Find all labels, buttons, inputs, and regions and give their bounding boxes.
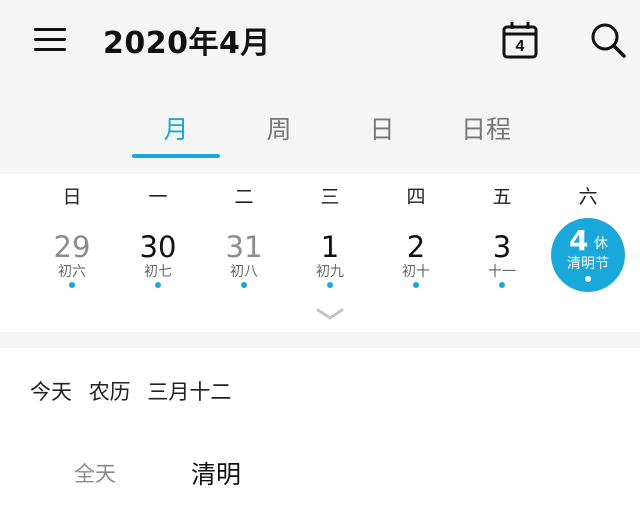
calendar-today-icon: 4 (502, 22, 538, 59)
day-cell[interactable]: 29 初六 (34, 226, 110, 302)
chevron-down-icon (316, 308, 344, 320)
today-button[interactable]: 4 (500, 20, 540, 60)
lunar-date: 十一 (488, 264, 516, 280)
weekday-label: 日 (62, 186, 82, 208)
week-dates: 29 初六 30 初七 31 初八 1 初九 2 初十 3 十一 4 休 清明节 (0, 218, 640, 306)
event-dot (241, 282, 247, 288)
day-number: 1 (320, 230, 340, 264)
event-time: 全天 (74, 462, 116, 486)
day-cell[interactable]: 1 初九 (292, 226, 368, 302)
month-title[interactable]: 2020年4月 (103, 18, 271, 62)
weekday-label: 三 (320, 186, 340, 208)
event-dot (69, 282, 75, 288)
calendar-app: 2020年4月 4 月 周 日 日程 日 一 二 三 四 五 六 29 初六 3… (0, 0, 640, 529)
tab-day[interactable]: 日 (332, 110, 432, 146)
event-dot (499, 282, 505, 288)
day-cell[interactable]: 31 初八 (206, 226, 282, 302)
today-label: 今天 (30, 380, 72, 404)
event-dot (327, 282, 333, 288)
menu-icon-line (34, 38, 66, 41)
active-tab-indicator (132, 154, 220, 158)
day-number: 4 (569, 224, 589, 257)
lunar-date: 初七 (144, 264, 172, 280)
top-app-bar: 2020年4月 4 (0, 0, 640, 80)
day-cell[interactable]: 30 初七 (120, 226, 196, 302)
day-number: 31 (225, 230, 263, 264)
holiday-badge: 休 (594, 236, 608, 252)
lunar-date: 初六 (58, 264, 86, 280)
today-date-number: 4 (516, 38, 525, 55)
day-details: 今天 农历 三月十二 全天 清明 (0, 348, 640, 529)
weekday-label: 一 (148, 186, 168, 208)
menu-icon-line (34, 48, 66, 51)
today-summary: 今天 农历 三月十二 (30, 376, 241, 406)
menu-button[interactable] (30, 22, 70, 58)
tab-month[interactable]: 月 (126, 110, 226, 146)
day-cell[interactable]: 3 十一 (464, 226, 540, 302)
tab-week[interactable]: 周 (229, 110, 329, 146)
lunar-prefix: 农历 (88, 380, 131, 404)
holiday-label: 清明节 (567, 256, 609, 272)
day-number: 30 (139, 230, 177, 264)
day-number: 29 (53, 230, 91, 264)
event-title: 清明 (191, 460, 242, 489)
selected-day-cell[interactable]: 4 休 清明节 (551, 218, 625, 292)
event-dot (155, 282, 161, 288)
view-tabs: 月 周 日 日程 (0, 100, 640, 170)
weekday-label: 六 (578, 186, 598, 208)
event-dot (585, 276, 591, 282)
search-button[interactable] (588, 20, 628, 60)
lunar-date: 初八 (230, 264, 258, 280)
lunar-date: 初九 (316, 264, 344, 280)
event-item[interactable]: 全天 清明 (0, 446, 640, 502)
menu-icon-line (34, 28, 66, 31)
day-cell[interactable]: 2 初十 (378, 226, 454, 302)
weekday-label: 四 (406, 186, 426, 208)
week-strip: 日 一 二 三 四 五 六 29 初六 30 初七 31 初八 1 初九 2 初… (0, 174, 640, 332)
lunar-date: 三月十二 (147, 380, 232, 404)
day-number: 2 (406, 230, 426, 264)
search-icon (591, 23, 626, 58)
weekday-label: 二 (234, 186, 254, 208)
weekday-label: 五 (492, 186, 512, 208)
event-dot (413, 282, 419, 288)
weekday-header: 日 一 二 三 四 五 六 (0, 182, 640, 212)
day-number: 3 (492, 230, 512, 264)
expand-calendar-button[interactable] (310, 306, 350, 324)
lunar-date: 初十 (402, 264, 430, 280)
tab-agenda[interactable]: 日程 (436, 110, 536, 146)
